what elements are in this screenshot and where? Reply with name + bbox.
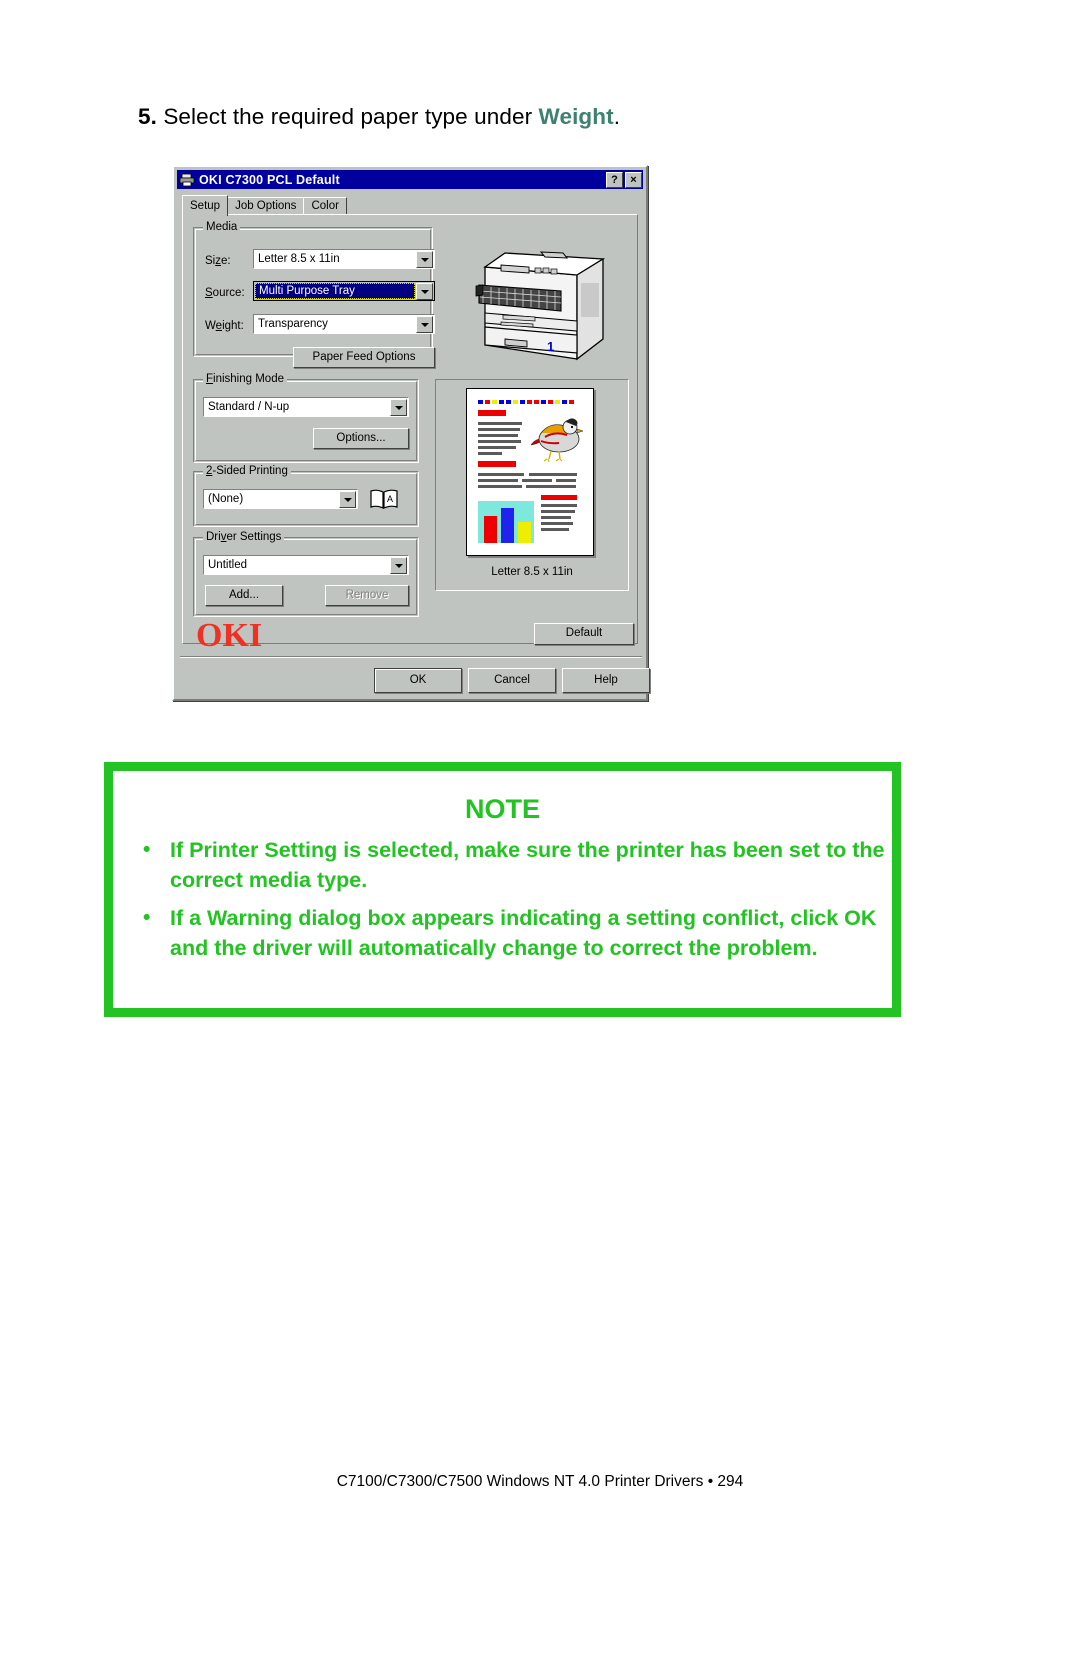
oki-logo: OKI xyxy=(196,617,263,654)
note-title: NOTE xyxy=(464,794,540,824)
printer-illustration: 1 xyxy=(443,227,627,367)
step-highlight-weight: Weight xyxy=(538,104,614,129)
divider xyxy=(180,656,642,658)
default-button[interactable]: Default xyxy=(534,623,634,645)
paper-feed-options-button[interactable]: Paper Feed Options xyxy=(293,347,435,368)
paper-source-combo[interactable]: Multi Purpose Tray xyxy=(253,281,435,301)
paper-size-combo[interactable]: Letter 8.5 x 11in xyxy=(253,249,435,269)
paper-weight-combo[interactable]: Transparency xyxy=(253,314,435,334)
remove-driver-setting-button[interactable]: Remove xyxy=(325,585,409,606)
step-text-after: . xyxy=(613,104,621,129)
chevron-down-icon[interactable] xyxy=(390,556,407,574)
finishing-mode-value: Standard / N-up xyxy=(208,401,290,413)
paper-weight-value: Transparency xyxy=(258,318,328,330)
page-preview-thumbnail xyxy=(466,388,594,556)
driver-settings-combo[interactable]: Untitled xyxy=(203,555,409,575)
size-label: Size: xyxy=(205,255,231,267)
step-text-before: Select the required paper type under xyxy=(163,104,539,129)
chevron-down-icon[interactable] xyxy=(416,282,433,300)
paper-source-value: Multi Purpose Tray xyxy=(255,283,415,299)
finishing-mode-combo[interactable]: Standard / N-up xyxy=(203,397,409,417)
paper-size-value: Letter 8.5 x 11in xyxy=(258,253,340,265)
tab-strip: Setup Job Options Color xyxy=(182,195,347,216)
cancel-button[interactable]: Cancel xyxy=(468,668,556,693)
chevron-down-icon[interactable] xyxy=(416,315,433,333)
help-button[interactable]: Help xyxy=(562,668,650,693)
finishing-options-button[interactable]: Options... xyxy=(313,428,409,449)
tab-color[interactable]: Color xyxy=(303,197,347,215)
page-footer: C7100/C7300/C7500 Windows NT 4.0 Printer… xyxy=(336,1473,744,1490)
two-sided-group-label: 2-Sided Printing xyxy=(203,465,291,477)
chevron-down-icon[interactable] xyxy=(339,490,356,508)
dialog-title: OKI C7300 PCL Default xyxy=(199,172,340,187)
source-label: Source: xyxy=(205,287,245,299)
weight-label: Weight: xyxy=(205,320,244,332)
chevron-down-icon[interactable] xyxy=(416,250,433,268)
driver-settings-group-label: Driver Settings xyxy=(203,531,285,543)
help-titlebar-button[interactable]: ? xyxy=(606,171,623,188)
finishing-mode-group: Finishing Mode xyxy=(193,373,419,463)
note-item-list: If Printer Setting is selected, make sur… xyxy=(113,835,892,963)
chevron-down-icon[interactable] xyxy=(390,398,407,416)
ok-button[interactable]: OK xyxy=(374,668,462,693)
step-number: 5. xyxy=(138,104,157,129)
svg-text:A: A xyxy=(387,494,393,504)
add-driver-setting-button[interactable]: Add... xyxy=(205,585,283,606)
printer-properties-dialog: OKI C7300 PCL Default ? × Setup Job Opti… xyxy=(172,165,650,701)
duplex-book-icon[interactable]: A xyxy=(369,488,399,510)
driver-settings-value: Untitled xyxy=(208,559,247,571)
note-item: If a Warning dialog box appears indicati… xyxy=(113,903,892,963)
tab-setup[interactable]: Setup xyxy=(182,195,229,216)
close-icon[interactable]: × xyxy=(625,171,642,188)
finishing-mode-group-label: Finishing Mode xyxy=(203,373,287,385)
preview-caption: Letter 8.5 x 11in xyxy=(491,566,573,578)
setup-tab-page: Media Size: Letter 8.5 x 11in Source: Mu… xyxy=(182,214,638,644)
two-sided-value: (None) xyxy=(208,493,244,505)
printer-icon xyxy=(179,173,195,187)
media-group-label: Media xyxy=(203,221,241,233)
two-sided-combo[interactable]: (None) xyxy=(203,489,358,509)
step-instruction: 5. Select the required paper type under … xyxy=(138,104,620,130)
tab-job-options[interactable]: Job Options xyxy=(227,197,305,215)
note-item: If Printer Setting is selected, make sur… xyxy=(113,835,892,895)
note-callout: NOTE If Printer Setting is selected, mak… xyxy=(104,762,901,1017)
svg-text:1: 1 xyxy=(547,339,554,354)
dialog-titlebar[interactable]: OKI C7300 PCL Default ? × xyxy=(177,170,643,189)
page-preview-pane: Letter 8.5 x 11in xyxy=(435,379,629,591)
